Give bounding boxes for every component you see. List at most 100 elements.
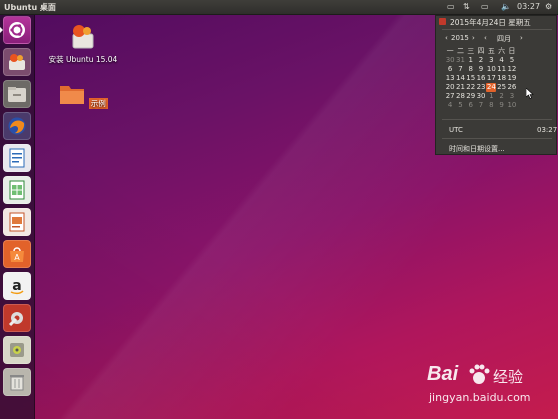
weekday-label: 二 bbox=[456, 47, 464, 55]
weekday-label: 三 bbox=[467, 47, 475, 55]
calendar-day[interactable]: 8 bbox=[466, 65, 476, 74]
files-button[interactable] bbox=[3, 80, 31, 108]
calendar-day[interactable]: 10 bbox=[486, 65, 496, 74]
calendar-day[interactable]: 16 bbox=[476, 74, 486, 83]
calendar-day[interactable]: 30 bbox=[445, 56, 455, 65]
divider bbox=[442, 138, 552, 139]
calendar-day[interactable]: 10 bbox=[507, 101, 517, 110]
calendar-day[interactable]: 31 bbox=[455, 56, 465, 65]
clock[interactable]: 03:27 bbox=[517, 2, 540, 11]
window-title: Ubuntu 桌面 bbox=[4, 3, 56, 12]
calendar-day[interactable]: 4 bbox=[445, 101, 455, 110]
impress-button[interactable] bbox=[3, 208, 31, 236]
firefox-icon bbox=[8, 117, 26, 135]
divider bbox=[442, 29, 552, 30]
writer-icon bbox=[9, 148, 25, 168]
watermark-suffix: 经验 bbox=[493, 368, 524, 386]
divider bbox=[442, 119, 552, 120]
timezone-label[interactable]: UTC bbox=[449, 126, 463, 134]
gear-icon[interactable]: ⚙ bbox=[545, 2, 552, 11]
calendar-day[interactable]: 19 bbox=[507, 74, 517, 83]
ubuntu-logo-icon bbox=[9, 22, 25, 38]
prev-month-button[interactable]: ‹ bbox=[484, 34, 487, 42]
top-panel: Ubuntu 桌面 ▭ ⇅ ▭ 🔈 03:27 ⚙ bbox=[0, 0, 558, 15]
calendar-day[interactable]: 29 bbox=[466, 92, 476, 101]
dash-home-button[interactable] bbox=[3, 16, 31, 44]
disk-button[interactable] bbox=[3, 336, 31, 364]
amazon-button[interactable]: a bbox=[3, 272, 31, 300]
battery-icon[interactable]: ▭ bbox=[481, 2, 489, 11]
calendar-day[interactable]: 4 bbox=[496, 56, 506, 65]
next-year-button[interactable]: › bbox=[472, 34, 475, 42]
calendar-day[interactable]: 2 bbox=[496, 92, 506, 101]
calendar-day-today[interactable]: 24 bbox=[486, 83, 497, 92]
calendar-week-row: 6 7 8 9 101112 bbox=[445, 65, 517, 74]
calendar-day[interactable]: 18 bbox=[496, 74, 506, 83]
network-icon[interactable]: ⇅ bbox=[463, 2, 470, 11]
calendar-day[interactable]: 3 bbox=[486, 56, 496, 65]
calendar-day[interactable]: 26 bbox=[507, 83, 517, 92]
watermark-brand: Bai bbox=[427, 363, 459, 385]
calendar-day[interactable]: 11 bbox=[496, 65, 506, 74]
calendar-week-row: 13141516171819 bbox=[445, 74, 517, 83]
weekday-label: 一 bbox=[446, 47, 454, 55]
calendar-day[interactable]: 2 bbox=[476, 56, 486, 65]
next-month-button[interactable]: › bbox=[520, 34, 523, 42]
calendar-day[interactable]: 20 bbox=[445, 83, 455, 92]
calendar-week-row: 27282930 1 2 3 bbox=[445, 92, 517, 101]
calendar-day[interactable]: 6 bbox=[445, 65, 455, 74]
calendar-day[interactable]: 9 bbox=[496, 101, 506, 110]
mouse-cursor-icon bbox=[526, 88, 534, 99]
time-date-settings-link[interactable]: 时间和日期设置... bbox=[449, 144, 505, 154]
calendar-day[interactable]: 28 bbox=[455, 92, 465, 101]
prev-year-button[interactable]: ‹ bbox=[445, 34, 448, 42]
weekday-label: 四 bbox=[477, 47, 485, 55]
weekday-header-row: 一二三四五六日 bbox=[445, 47, 517, 56]
keyboard-icon[interactable]: ▭ bbox=[447, 2, 455, 11]
calendar-day[interactable]: 12 bbox=[507, 65, 517, 74]
trash-button[interactable] bbox=[3, 368, 31, 396]
calendar-day[interactable]: 17 bbox=[486, 74, 496, 83]
calendar-day[interactable]: 8 bbox=[486, 101, 496, 110]
calendar-day[interactable]: 6 bbox=[466, 101, 476, 110]
watermark-url: jingyan.baidu.com bbox=[429, 391, 531, 404]
calendar-day[interactable]: 9 bbox=[476, 65, 486, 74]
volume-icon[interactable]: 🔈 bbox=[501, 2, 511, 11]
calendar-week-row: 20212223242526 bbox=[445, 83, 517, 92]
calendar-day[interactable]: 3 bbox=[507, 92, 517, 101]
calendar-day[interactable]: 25 bbox=[496, 83, 506, 92]
calendar-date-header: 2015年4月24日 星期五 bbox=[450, 18, 531, 27]
calendar-day[interactable]: 5 bbox=[507, 56, 517, 65]
files-icon bbox=[8, 87, 26, 102]
calendar-day[interactable]: 15 bbox=[466, 74, 476, 83]
desktop-icon-install[interactable]: 安装 Ubuntu 15.04 bbox=[43, 22, 123, 65]
calendar-day[interactable]: 30 bbox=[476, 92, 486, 101]
calc-button[interactable] bbox=[3, 176, 31, 204]
calendar-day[interactable]: 14 bbox=[455, 74, 465, 83]
desktop-icon-examples[interactable]: 示例 bbox=[43, 82, 123, 109]
calendar-day[interactable]: 21 bbox=[455, 83, 465, 92]
calendar-day[interactable]: 27 bbox=[445, 92, 455, 101]
calendar-day[interactable]: 22 bbox=[466, 83, 476, 92]
calendar-week-row: 4 5 6 7 8 9 10 bbox=[445, 101, 517, 110]
calc-icon bbox=[9, 180, 25, 200]
software-center-button[interactable]: A bbox=[3, 240, 31, 268]
system-settings-button[interactable] bbox=[3, 304, 31, 332]
calendar-grid: 一二三四五六日 3031 1 2 3 4 5 6 7 8 9 101112 1314151617181… bbox=[445, 47, 517, 110]
baidu-watermark: Bai 经验 jingyan.baidu.com bbox=[427, 363, 552, 413]
calendar-day[interactable]: 7 bbox=[455, 65, 465, 74]
calendar-day[interactable]: 23 bbox=[476, 83, 486, 92]
calendar-day[interactable]: 13 bbox=[445, 74, 455, 83]
writer-button[interactable] bbox=[3, 144, 31, 172]
svg-text:a: a bbox=[12, 278, 21, 294]
weekday-label: 六 bbox=[498, 47, 506, 55]
settings-icon bbox=[8, 312, 23, 327]
firefox-button[interactable] bbox=[3, 112, 31, 140]
launcher: A a bbox=[0, 15, 35, 419]
calendar-day[interactable]: 5 bbox=[455, 101, 465, 110]
calendar-day[interactable]: 7 bbox=[476, 101, 486, 110]
paw-icon bbox=[469, 364, 490, 384]
calendar-day[interactable]: 1 bbox=[466, 56, 476, 65]
install-ubuntu-button[interactable] bbox=[3, 48, 31, 76]
calendar-day[interactable]: 1 bbox=[486, 92, 496, 101]
